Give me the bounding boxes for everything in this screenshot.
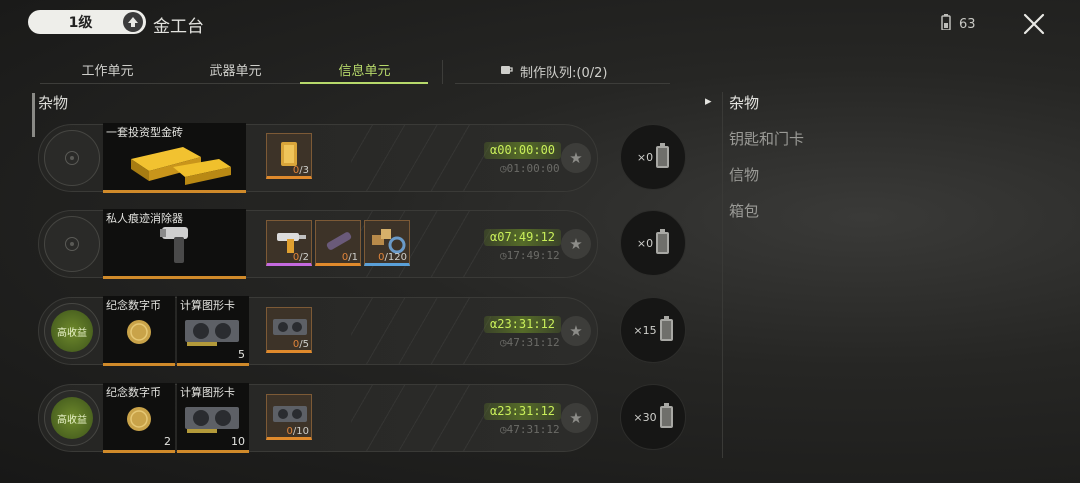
trace-eraser-icon <box>160 227 188 263</box>
tab-divider <box>442 60 443 84</box>
craft-queue[interactable]: 制作队列:(0/2) <box>500 62 607 81</box>
coin-icon <box>127 407 151 431</box>
battery-icon <box>656 143 670 168</box>
sidebar-item-misc[interactable]: 杂物 <box>729 92 759 113</box>
timer-base: ◷47:31:12 <box>500 423 560 436</box>
craft-timer: α23:31:12 ◷47:31:12 <box>472 403 612 443</box>
material-slot[interactable]: 0/120 <box>364 220 410 266</box>
graphics-card-material-icon <box>273 406 307 422</box>
clock-icon: ◷ <box>500 249 507 262</box>
product-name: 计算图形卡 <box>180 299 235 312</box>
slot-indicator: 高收益 <box>44 390 100 446</box>
arrow-up-icon[interactable] <box>123 12 143 32</box>
sidebar-item-bags[interactable]: 箱包 <box>729 200 759 221</box>
craft-timer: α07:49:12 ◷17:49:12 <box>472 229 612 269</box>
energy-value: 63 <box>959 16 976 32</box>
graphics-card-material-icon <box>273 319 307 335</box>
queue-count: ×0 <box>636 236 654 250</box>
star-icon[interactable]: ★ <box>561 403 591 433</box>
level-label: 1级 <box>68 15 93 31</box>
product-graphics-card[interactable]: 计算图形卡 10 <box>177 383 249 453</box>
product-graphics-card[interactable]: 计算图形卡 5 <box>177 296 249 366</box>
star-icon[interactable]: ★ <box>561 229 591 259</box>
battery-icon <box>659 316 673 341</box>
clock-icon: ◷ <box>500 336 507 349</box>
section-title: 杂物 <box>38 94 69 112</box>
queue-button[interactable]: ×30 <box>620 384 686 450</box>
battery-icon <box>941 14 951 34</box>
coin-icon <box>127 320 151 344</box>
star-icon[interactable]: ★ <box>561 143 591 173</box>
timer-base: ◷17:49:12 <box>500 249 560 262</box>
timer-base: ◷47:31:12 <box>500 336 560 349</box>
gold-bar-icon <box>131 147 231 185</box>
product-commemorative-coin[interactable]: 纪念数字币 <box>103 296 175 366</box>
material-slot[interactable]: 0/3 <box>266 133 312 179</box>
tab-active-indicator <box>300 82 428 84</box>
timer-alpha: α23:31:12 <box>484 316 562 333</box>
section-marker <box>32 93 35 137</box>
product-name: 计算图形卡 <box>180 386 235 399</box>
craft-timer: α23:31:12 ◷47:31:12 <box>472 316 612 356</box>
clock-icon: ◷ <box>500 423 507 436</box>
material-slot[interactable]: 0/10 <box>266 394 312 440</box>
tab-info-unit[interactable]: 信息单元 <box>327 60 402 79</box>
graphics-card-icon <box>185 407 239 433</box>
battery-icon <box>656 229 670 254</box>
sidebar-item-tokens[interactable]: 信物 <box>729 164 759 185</box>
graphics-card-icon <box>185 320 239 346</box>
level-badge[interactable]: 1级 <box>28 10 146 34</box>
slot-indicator <box>44 216 100 272</box>
slot-indicator: 高收益 <box>44 303 100 359</box>
flashlight-icon <box>326 232 352 250</box>
queue-button[interactable]: ×0 <box>620 210 686 276</box>
tab-work-unit[interactable]: 工作单元 <box>70 60 145 79</box>
timer-alpha: α07:49:12 <box>484 229 562 246</box>
queue-count: ×0 <box>636 150 654 164</box>
craft-timer: α00:00:00 ◷01:00:00 <box>472 142 612 182</box>
material-slot[interactable]: 0/2 <box>266 220 312 266</box>
timer-base: ◷01:00:00 <box>500 162 560 175</box>
product-trace-eraser[interactable]: 私人痕迹消除器 <box>103 209 246 279</box>
product-name: 纪念数字币 <box>106 299 161 312</box>
cup-icon <box>500 64 514 80</box>
clock-icon: ◷ <box>500 162 507 175</box>
battery-icon <box>659 403 673 428</box>
craft-queue-label: 制作队列:(0/2) <box>520 66 608 81</box>
product-name: 纪念数字币 <box>106 386 161 399</box>
star-icon[interactable]: ★ <box>561 316 591 346</box>
glue-gun-icon <box>277 233 306 253</box>
material-slot[interactable]: 0/1 <box>315 220 361 266</box>
energy-counter: 63 <box>941 14 976 34</box>
product-commemorative-coin[interactable]: 纪念数字币 2 <box>103 383 175 453</box>
material-slot[interactable]: 0/5 <box>266 307 312 353</box>
timer-alpha: α23:31:12 <box>484 403 562 420</box>
gold-bar-material-icon <box>281 142 297 166</box>
sidebar-divider <box>722 92 723 458</box>
tab-weapon-unit[interactable]: 武器单元 <box>198 60 273 79</box>
page-title: 金工台 <box>153 17 204 37</box>
queue-count: ×30 <box>633 410 657 424</box>
queue-button[interactable]: ×15 <box>620 297 686 363</box>
high-yield-badge: 高收益 <box>51 397 93 439</box>
slot-indicator <box>44 130 100 186</box>
queue-underline <box>455 83 670 84</box>
timer-alpha: α00:00:00 <box>484 142 562 159</box>
sidebar-item-keys[interactable]: 钥匙和门卡 <box>729 128 804 149</box>
queue-count: ×15 <box>633 323 657 337</box>
chevron-right-icon: ▸ <box>705 94 712 109</box>
high-yield-badge: 高收益 <box>51 310 93 352</box>
close-icon[interactable] <box>1018 8 1050 40</box>
queue-button[interactable]: ×0 <box>620 124 686 190</box>
product-gold-bars[interactable]: 一套投资型金砖 <box>103 123 246 193</box>
